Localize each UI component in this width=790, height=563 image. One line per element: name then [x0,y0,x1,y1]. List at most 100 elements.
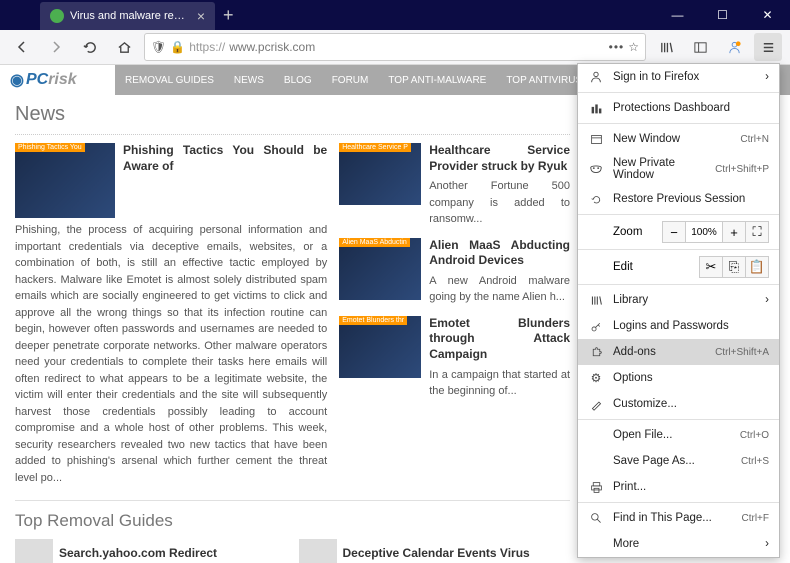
browser-toolbar: 🛡 🔒 https:// www.pcrisk.com ••• ☆ [0,30,790,65]
reload-button[interactable] [76,33,104,61]
back-button[interactable] [8,33,36,61]
article-text: A new Android malware going by the name … [429,273,570,306]
main-column: News Phishing Tactics You Phishing Tacti… [15,103,580,555]
article-title: Emotet Blunders through Attack Campaign [429,316,570,363]
window-controls: — ☐ ✕ [655,0,790,30]
divider [15,134,570,135]
library-icon [588,292,604,308]
menu-find[interactable]: Find in This Page... Ctrl+F [578,505,779,531]
url-bar[interactable]: 🛡 🔒 https:// www.pcrisk.com ••• ☆ [144,33,646,61]
browser-tab[interactable]: Virus and malware removal ins × [40,2,215,30]
paste-button[interactable]: 📋 [745,256,769,278]
article-text: Another Fortune 500 company is added to … [429,178,570,228]
removal-item[interactable]: Deceptive Calendar Events Virus [299,539,571,563]
menu-logins[interactable]: Logins and Passwords [578,313,779,339]
cut-button[interactable]: ✂ [699,256,723,278]
removal-heading: Top Removal Guides [15,500,570,531]
menu-more[interactable]: More › [578,531,779,557]
article-thumb: Emotet Blunders thr [339,316,421,378]
close-window-button[interactable]: ✕ [745,0,790,30]
bookmark-icon[interactable]: ☆ [628,40,639,54]
print-icon [588,479,604,495]
removal-item[interactable]: Search.yahoo.com Redirect [15,539,287,563]
menu-print[interactable]: Print... [578,474,779,500]
article-text: In a campaign that started at the beginn… [429,367,570,400]
home-button[interactable] [110,33,138,61]
article-title: Alien MaaS Abducting Android Devices [429,238,570,269]
tab-title: Virus and malware removal ins [70,10,191,22]
menu-new-window[interactable]: New Window Ctrl+N [578,126,779,152]
copy-button[interactable]: ⎘ [722,256,746,278]
featured-article[interactable]: Phishing Tactics You Phishing Tactics Yo… [15,143,327,218]
menu-open-file[interactable]: Open File... Ctrl+O [578,422,779,448]
favicon [50,9,64,23]
key-icon [588,318,604,334]
account-icon[interactable] [720,33,748,61]
site-logo[interactable]: ◉ PCrisk [0,65,115,95]
zoom-value: 100% [685,221,723,243]
app-menu: Sign in to Firefox › Protections Dashboa… [577,63,780,558]
logo-globe-icon: ◉ [10,70,24,90]
article-item[interactable]: Alien MaaS Abductin Alien MaaS Abducting… [339,238,570,306]
nav-blog[interactable]: BLOG [274,75,322,86]
library-icon[interactable] [652,33,680,61]
paint-icon [588,396,604,412]
nav-forum[interactable]: FORUM [322,75,379,86]
nav-removal-guides[interactable]: REMOVAL GUIDES [115,75,224,86]
menu-zoom: Zoom − 100% + ⛶ [578,217,779,247]
menu-private-window[interactable]: New Private Window Ctrl+Shift+P [578,152,779,186]
account-icon [588,69,604,85]
shield-icon: 🛡 [151,40,166,54]
menu-protections[interactable]: Protections Dashboard [578,95,779,121]
removal-thumb [299,539,337,563]
chevron-right-icon: › [765,71,769,83]
window-icon [588,131,604,147]
new-tab-button[interactable]: + [223,5,234,26]
menu-restore-session[interactable]: Restore Previous Session [578,186,779,212]
app-menu-button[interactable] [754,33,782,61]
restore-icon [588,191,604,207]
removal-title: Search.yahoo.com Redirect [59,546,217,560]
menu-options[interactable]: ⚙ Options [578,365,779,391]
article-thumb: Alien MaaS Abductin [339,238,421,300]
forward-button[interactable] [42,33,70,61]
menu-customize[interactable]: Customize... [578,391,779,417]
url-more-icon[interactable]: ••• [609,40,625,54]
article-thumb: Healthcare Service P [339,143,421,205]
maximize-button[interactable]: ☐ [700,0,745,30]
window-titlebar: Virus and malware removal ins × + — ☐ ✕ [0,0,790,30]
removal-thumb [15,539,53,563]
article-title: Healthcare Service Provider struck by Ry… [429,143,570,174]
menu-webdev[interactable]: Web Developer › [578,557,779,558]
article-item[interactable]: Emotet Blunders thr Emotet Blunders thro… [339,316,570,400]
lock-icon: 🔒 [170,40,185,54]
nav-antimalware[interactable]: TOP ANTI-MALWARE [378,75,496,86]
mask-icon [588,161,604,177]
article-text: Phishing, the process of acquiring perso… [15,222,327,486]
dashboard-icon [588,100,604,116]
menu-edit: Edit ✂ ⎘ 📋 [578,252,779,282]
search-icon [588,510,604,526]
zoom-in-button[interactable]: + [722,221,746,243]
article-item[interactable]: Healthcare Service P Healthcare Service … [339,143,570,228]
menu-signin[interactable]: Sign in to Firefox › [578,64,779,90]
article-thumb: Phishing Tactics You [15,143,115,218]
close-tab-icon[interactable]: × [197,8,205,24]
chevron-right-icon: › [765,538,769,550]
url-prefix: https:// [189,40,225,54]
minimize-button[interactable]: — [655,0,700,30]
removal-title: Deceptive Calendar Events Virus [343,546,530,560]
menu-save-page[interactable]: Save Page As... Ctrl+S [578,448,779,474]
url-text: www.pcrisk.com [229,40,604,54]
menu-addons[interactable]: Add-ons Ctrl+Shift+A [578,339,779,365]
article-title: Phishing Tactics You Should be Aware of [123,143,327,174]
zoom-out-button[interactable]: − [662,221,686,243]
puzzle-icon [588,344,604,360]
gear-icon: ⚙ [588,370,604,386]
chevron-right-icon: › [765,294,769,306]
fullscreen-button[interactable]: ⛶ [745,221,769,243]
nav-news[interactable]: NEWS [224,75,274,86]
sidebar-icon[interactable] [686,33,714,61]
menu-library[interactable]: Library › [578,287,779,313]
news-heading: News [15,103,570,126]
